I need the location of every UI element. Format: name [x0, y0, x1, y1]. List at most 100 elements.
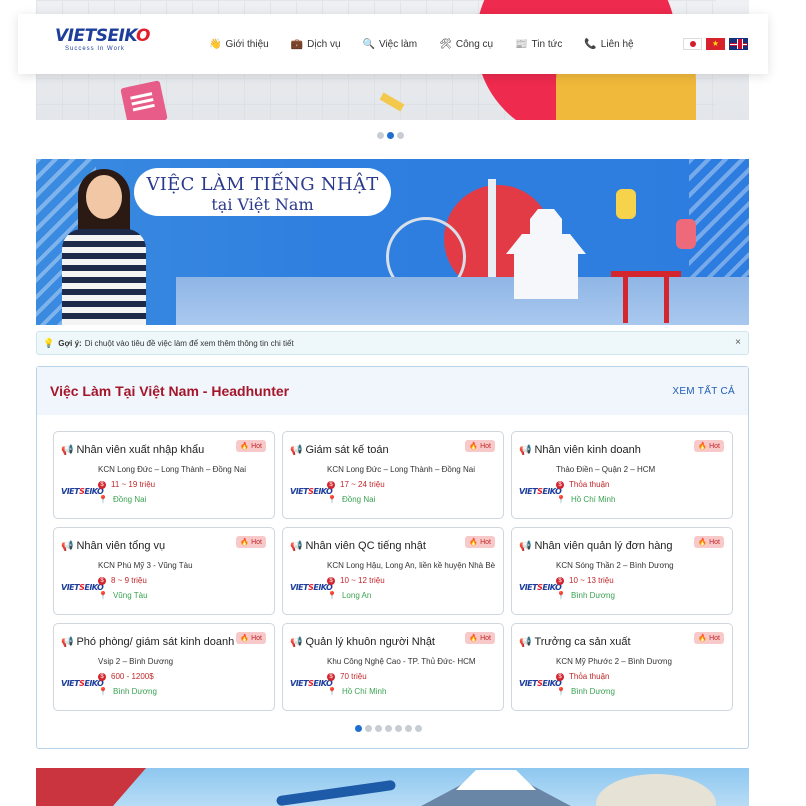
- carousel-dot[interactable]: [387, 132, 394, 139]
- job-location: 📍 Bình Dương: [556, 591, 615, 600]
- hand-wave-icon: 👋: [209, 38, 222, 50]
- job-title-text: Giám sát kế toán: [305, 444, 389, 456]
- job-card[interactable]: 📢 Nhân viên xuất nhập khẩu 🔥 Hot VIETSEIKO K…: [53, 431, 275, 519]
- travel-banner[interactable]: [36, 768, 749, 806]
- nav-item-newspaper[interactable]: 📰 Tin tức: [515, 39, 562, 50]
- job-title-text: Nhân viên kinh doanh: [534, 444, 641, 456]
- job-card[interactable]: 📢 Nhân viên kinh doanh 🔥 Hot VIETSEIKO Thảo …: [511, 431, 733, 519]
- carousel-dot[interactable]: [397, 132, 404, 139]
- job-card[interactable]: 📢 Trưởng ca sản xuất 🔥 Hot VIETSEIKO KCN Mỹ …: [511, 623, 733, 711]
- megaphone-icon: 📢: [290, 444, 303, 456]
- carousel-dot[interactable]: [377, 132, 384, 139]
- vietseiko-logo[interactable]: VIETSEIKO Success In Work: [55, 26, 150, 62]
- job-location: 📍 Hồ Chí Minh: [556, 495, 616, 504]
- job-salary: $17 ~ 24 triệu: [327, 480, 385, 489]
- megaphone-icon: 📢: [290, 540, 303, 552]
- job-workplace: KCN Long Đức – Long Thành – Đồng Nai: [327, 465, 475, 474]
- money-icon: $: [98, 672, 106, 681]
- job-title[interactable]: 📢 Phó phòng/ giám sát kinh doanh: [61, 636, 247, 648]
- section-title: Việc Làm Tại Việt Nam - Headhunter: [50, 383, 290, 399]
- job-card[interactable]: 📢 Nhân viên quản lý đơn hàng 🔥 Hot VIETSEIK…: [511, 527, 733, 615]
- briefcase-icon: 💼: [290, 38, 304, 50]
- job-salary: $ Thỏa thuận: [556, 480, 609, 489]
- megaphone-icon: 📢: [61, 540, 74, 552]
- main-nav: 👋 Giới thiệu 💼 Dịch vụ 🔍 Việc làm 🛠 Công cụ 📰 Tin…: [209, 39, 656, 50]
- job-title[interactable]: 📢 Nhân viên tổng vụ: [61, 540, 247, 552]
- japanese-flag-icon[interactable]: [683, 38, 702, 50]
- nav-item-label: Giới thiệu: [225, 38, 269, 50]
- job-card[interactable]: 📢 Phó phòng/ giám sát kinh doanh 🔥 Hot VIET…: [53, 623, 275, 711]
- banner-title: VIỆC LÀM TIẾNG NHẬT tại Việt Nam: [134, 168, 391, 216]
- nav-item-hand-wave[interactable]: 👋 Giới thiệu: [209, 39, 269, 50]
- site-header: VIETSEIKO Success In Work 👋 Giới thiệu 💼 Dị…: [18, 14, 768, 74]
- job-title[interactable]: 📢 Quản lý khuôn người Nhật: [290, 636, 476, 648]
- job-workplace: KCN Long Đức – Long Thành – Đồng Nai: [98, 465, 246, 474]
- hot-badge: 🔥 Hot: [465, 536, 495, 548]
- job-title[interactable]: 📢 Giám sát kế toán: [290, 444, 476, 456]
- job-card[interactable]: 📢 Nhân viên tổng vụ 🔥 Hot VIETSEIKO KCN Phú …: [53, 527, 275, 615]
- job-location: 📍 Bình Dương: [556, 687, 615, 696]
- money-icon: $: [556, 672, 564, 681]
- job-location: 📍 Vũng Tàu: [98, 591, 148, 600]
- job-salary: $70 triệu: [327, 672, 367, 681]
- job-title[interactable]: 📢 Nhân viên kinh doanh: [519, 444, 705, 456]
- carousel-dot[interactable]: [385, 725, 392, 732]
- phone-icon: 📞: [584, 38, 597, 50]
- notebook-illustration: [120, 80, 168, 120]
- company-logo: VIETSEIKO: [290, 487, 333, 496]
- vietnamese-flag-icon[interactable]: ★: [706, 38, 725, 50]
- nav-item-label: Liên hệ: [600, 38, 634, 50]
- job-card[interactable]: 📢 Giám sát kế toán 🔥 Hot VIETSEIKO KCN Long …: [282, 431, 504, 519]
- nav-item-tools[interactable]: 🛠 Công cụ: [439, 39, 493, 50]
- hot-badge: 🔥 Hot: [236, 632, 266, 644]
- job-title-text: Nhân viên quản lý đơn hàng: [534, 540, 673, 552]
- megaphone-icon: 📢: [61, 444, 74, 456]
- hot-badge: 🔥 Hot: [694, 632, 724, 644]
- location-pin-icon: 📍: [556, 687, 566, 696]
- job-title[interactable]: 📢 Nhân viên xuất nhập khẩu: [61, 444, 247, 456]
- carousel-dot[interactable]: [395, 725, 402, 732]
- job-title[interactable]: 📢 Nhân viên quản lý đơn hàng: [519, 540, 705, 552]
- location-pin-icon: 📍: [327, 591, 337, 600]
- jobs-section: Việc Làm Tại Việt Nam - Headhunter XEM T…: [36, 366, 749, 749]
- job-title[interactable]: 📢 Trưởng ca sản xuất: [519, 636, 705, 648]
- japanese-jobs-banner[interactable]: VIỆC LÀM TIẾNG NHẬT tại Việt Nam: [36, 159, 749, 325]
- job-location: 📍 Đồng Nai: [98, 495, 147, 504]
- megaphone-icon: 📢: [519, 636, 532, 648]
- job-location: 📍 Bình Dương: [98, 687, 157, 696]
- job-card-grid: 📢 Nhân viên xuất nhập khẩu 🔥 Hot VIETSEIKO K…: [53, 431, 733, 711]
- carousel-dot[interactable]: [375, 725, 382, 732]
- megaphone-icon: 📢: [290, 636, 303, 648]
- job-location: 📍 Hồ Chí Minh: [327, 687, 387, 696]
- company-logo: VIETSEIKO: [61, 679, 104, 688]
- hint-text: Di chuột vào tiêu đề việc làm để xem thê…: [84, 338, 294, 348]
- job-workplace: KCN Phú Mỹ 3 - Vũng Tàu: [98, 561, 193, 570]
- job-location: 📍 Đồng Nai: [327, 495, 376, 504]
- money-icon: $: [327, 480, 335, 489]
- carousel-dot[interactable]: [365, 725, 372, 732]
- nav-item-search[interactable]: 🔍 Việc làm: [363, 39, 418, 50]
- close-icon[interactable]: ×: [735, 337, 741, 348]
- nav-item-phone[interactable]: 📞 Liên hệ: [584, 39, 633, 50]
- job-card[interactable]: 📢 Quản lý khuôn người Nhật 🔥 Hot VIETSEIKO K…: [282, 623, 504, 711]
- job-salary: $11 ~ 19 triệu: [98, 480, 155, 489]
- nav-item-briefcase[interactable]: 💼 Dịch vụ: [291, 39, 341, 50]
- job-title-text: Nhân viên QC tiếng nhật: [305, 540, 426, 552]
- money-icon: $: [98, 576, 106, 585]
- money-icon: $: [556, 576, 564, 585]
- hero-carousel-pager: [377, 132, 404, 139]
- tools-icon: 🛠: [439, 38, 452, 50]
- see-all-link[interactable]: XEM TẤT CẢ: [672, 386, 735, 397]
- job-title[interactable]: 📢 Nhân viên QC tiếng nhật: [290, 540, 476, 552]
- carousel-dot[interactable]: [405, 725, 412, 732]
- location-pin-icon: 📍: [327, 495, 337, 504]
- carousel-dot[interactable]: [355, 725, 362, 732]
- english-flag-icon[interactable]: [729, 38, 748, 50]
- job-card[interactable]: 📢 Nhân viên QC tiếng nhật 🔥 Hot VIETSEIKO KC…: [282, 527, 504, 615]
- job-salary: $10 ~ 12 triệu: [327, 576, 385, 585]
- money-icon: $: [327, 576, 335, 585]
- nav-item-label: Tin tức: [531, 38, 563, 50]
- nav-item-label: Công cụ: [455, 38, 494, 50]
- carousel-dot[interactable]: [415, 725, 422, 732]
- company-logo: VIETSEIKO: [519, 487, 562, 496]
